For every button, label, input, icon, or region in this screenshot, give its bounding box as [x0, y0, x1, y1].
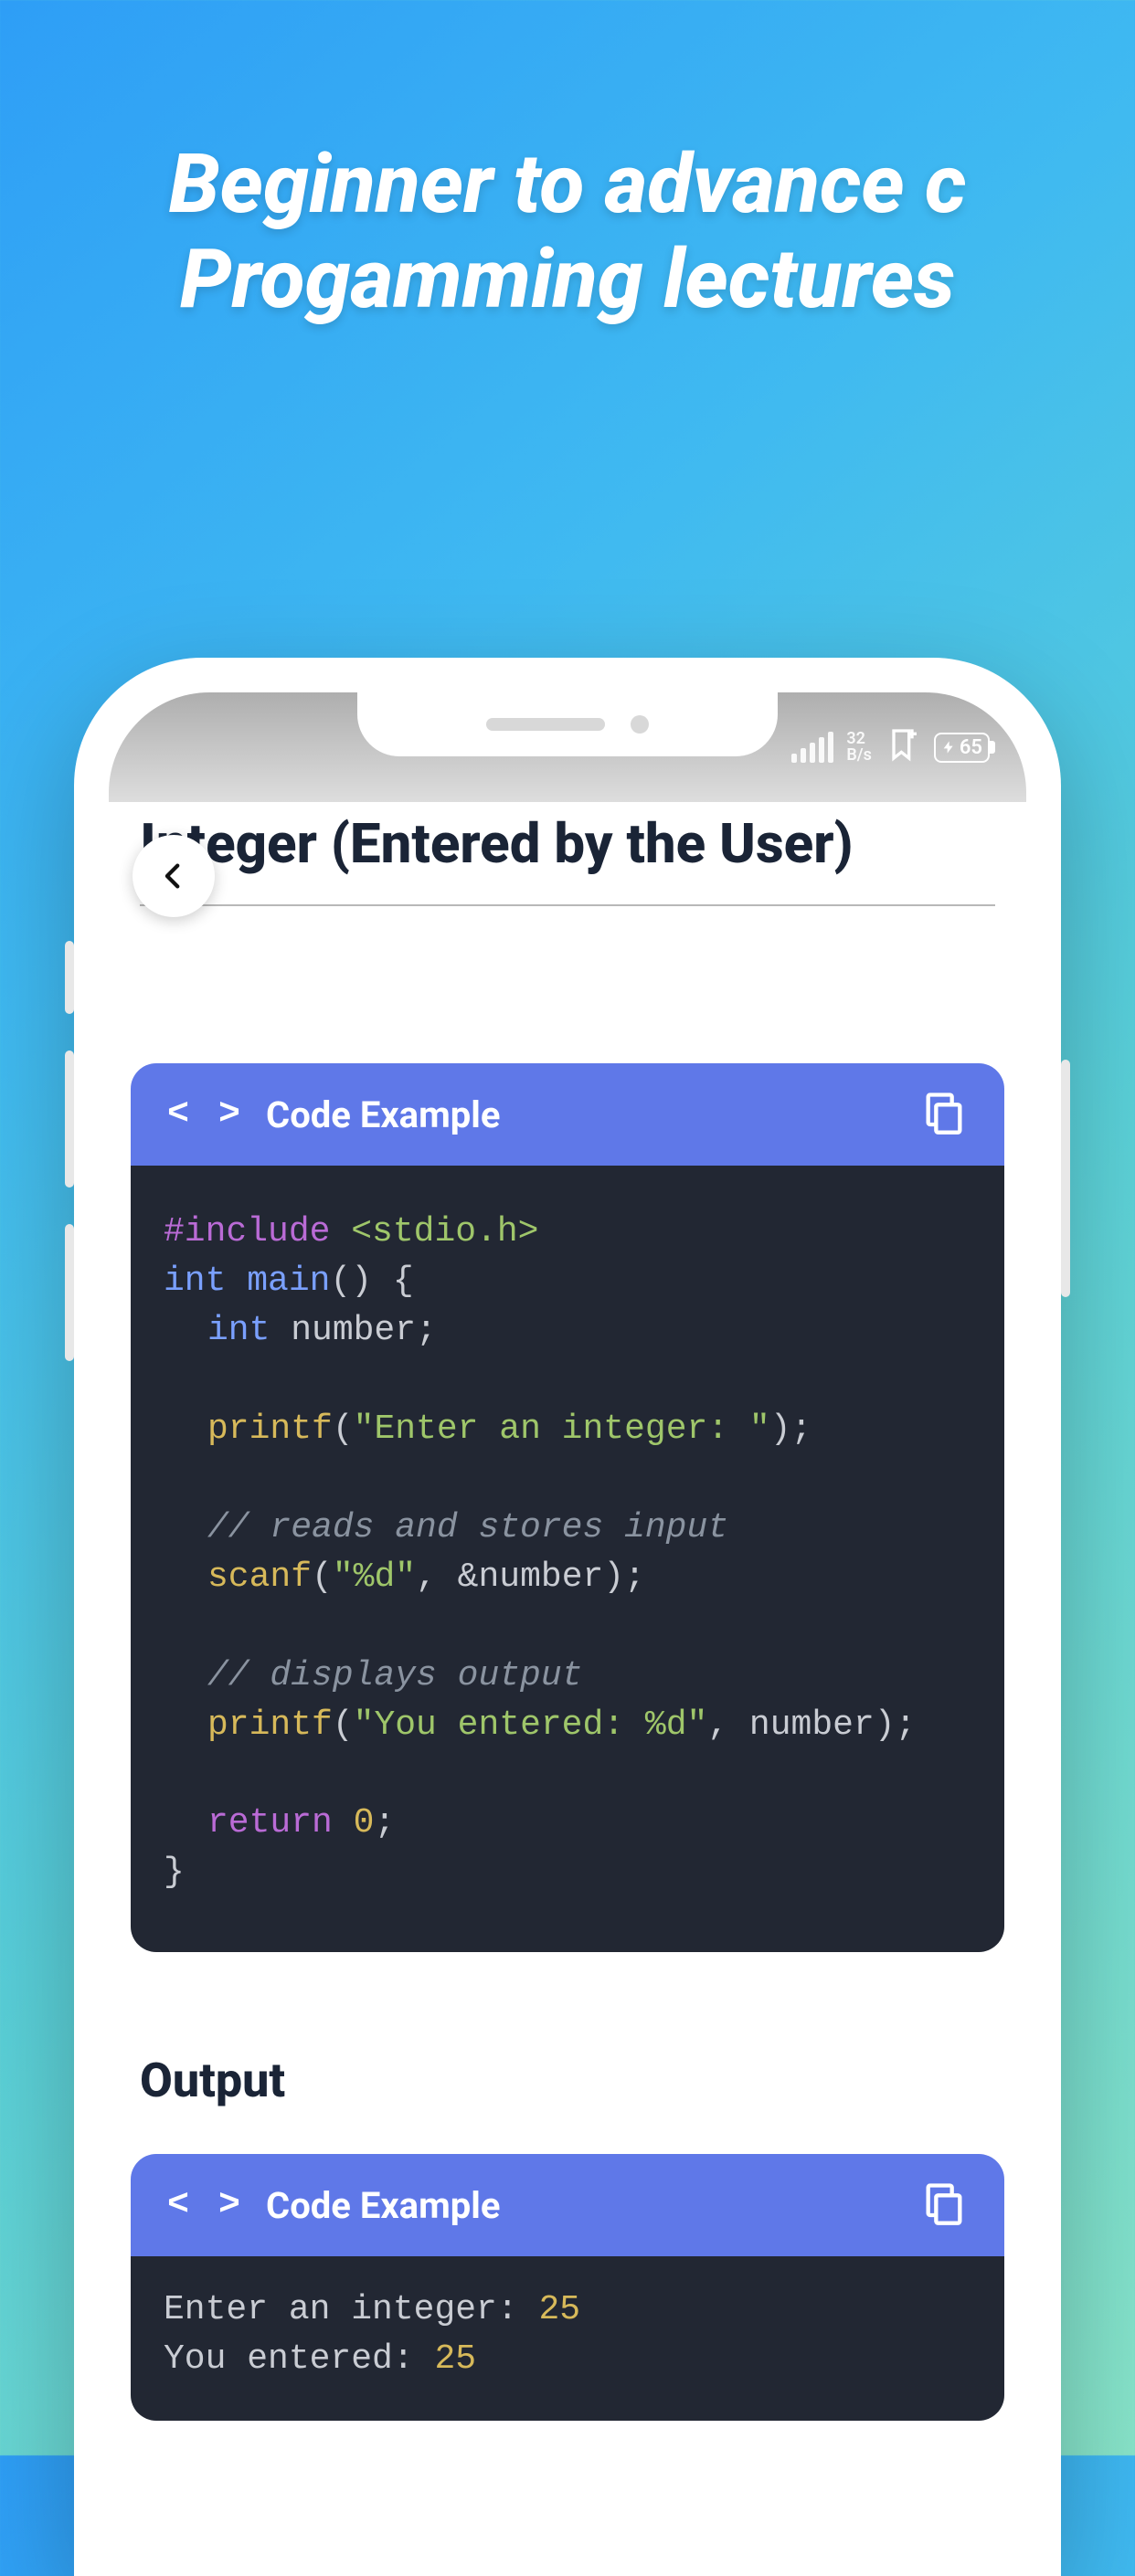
code-line: scanf("%d", &number); [164, 1553, 971, 1602]
copy-icon [920, 1089, 968, 1136]
app-content: Integer (Entered by the User) < > Code E… [109, 692, 1026, 2541]
code-card-header: < > Code Example [131, 1063, 1004, 1166]
code-line: // reads and stores input [164, 1504, 971, 1553]
code-line [164, 1356, 971, 1405]
phone-side-button [65, 1050, 74, 1188]
page-title: Integer (Entered by the User) [109, 747, 1026, 904]
output-card: < > Code Example Enter an integer: 25 [131, 2154, 1004, 2421]
code-line: printf("You entered: %d", number); [164, 1701, 971, 1750]
chevron-left-icon [158, 860, 189, 892]
marketing-headline: Beginner to advance c Progamming lecture… [0, 137, 1135, 326]
phone-frame: 32 B/s 65 Integer (Entered by the User) [74, 658, 1061, 2576]
code-example-card: < > Code Example #include <stdio.h> i [131, 1063, 1004, 1952]
phone-screen: 32 B/s 65 Integer (Entered by the User) [109, 692, 1026, 2541]
output-body[interactable]: Enter an integer: 25 You entered: 25 [131, 2256, 1004, 2421]
code-line: #include <stdio.h> [164, 1208, 971, 1257]
code-line [164, 1749, 971, 1799]
code-line: // displays output [164, 1652, 971, 1701]
output-line: Enter an integer: 25 [164, 2286, 971, 2335]
code-line: return 0; [164, 1799, 971, 1848]
code-card-title: Code Example [266, 2184, 500, 2227]
output-line: You entered: 25 [164, 2335, 971, 2384]
phone-notch [357, 692, 778, 756]
code-line [164, 1454, 971, 1504]
copy-icon [920, 2180, 968, 2227]
code-line: printf("Enter an integer: "); [164, 1405, 971, 1454]
back-button[interactable] [133, 835, 215, 917]
code-line [164, 1602, 971, 1652]
copy-button[interactable] [920, 1089, 968, 1140]
code-card-header: < > Code Example [131, 2154, 1004, 2256]
phone-side-button [65, 1224, 74, 1361]
output-heading: Output [131, 2053, 1004, 2108]
phone-side-button [1061, 1060, 1070, 1297]
code-card-title: Code Example [266, 1093, 500, 1136]
copy-button[interactable] [920, 2180, 968, 2231]
code-icon: < > [167, 1094, 244, 1135]
code-line: int number; [164, 1306, 971, 1356]
phone-side-button [65, 941, 74, 1014]
code-icon: < > [167, 2185, 244, 2226]
code-line: int main() { [164, 1257, 971, 1306]
code-line: } [164, 1848, 971, 1897]
code-body[interactable]: #include <stdio.h> int main() { int numb… [131, 1166, 1004, 1952]
